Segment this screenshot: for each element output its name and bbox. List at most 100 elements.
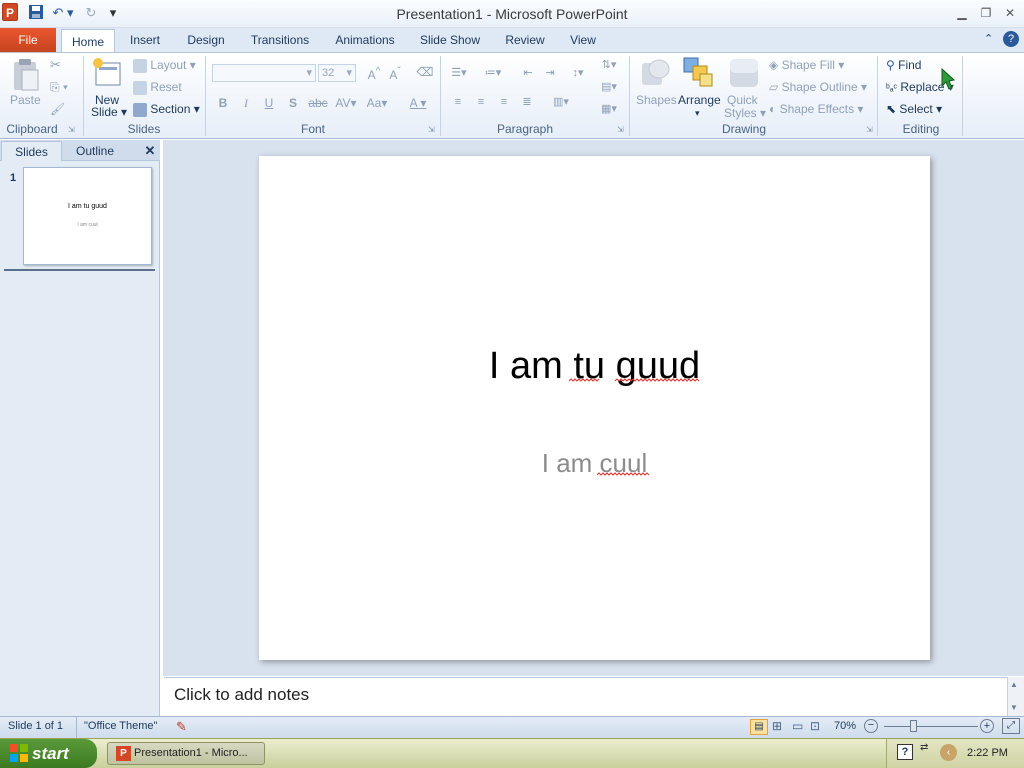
tab-review[interactable]: Review <box>498 28 552 52</box>
slide-subtitle[interactable]: I am cuul <box>259 446 930 480</box>
minimize-ribbon-icon[interactable]: ⌃ <box>984 32 993 45</box>
customize-qat-icon[interactable]: ▾ <box>104 4 122 22</box>
zoom-out-icon[interactable]: − <box>864 719 878 733</box>
close-icon[interactable]: ✕ <box>999 4 1021 22</box>
tab-outline[interactable]: Outline <box>64 141 126 161</box>
tab-design[interactable]: Design <box>180 28 232 52</box>
tab-view[interactable]: View <box>564 28 602 52</box>
minimize-icon[interactable]: ▁ <box>951 4 973 22</box>
bold-icon[interactable]: B <box>214 95 232 111</box>
shape-outline-button[interactable]: ▱ Shape Outline ▾ <box>769 80 867 94</box>
slide-sorter-view-icon[interactable]: ⊞ <box>772 719 782 733</box>
arrange-button[interactable]: Arrange <box>678 93 721 107</box>
network-tray-icon[interactable]: ⇄ <box>920 742 928 753</box>
character-spacing-icon[interactable]: AV▾ <box>333 95 359 111</box>
copy-icon[interactable]: ⎘ ▾ <box>50 80 68 94</box>
text-direction-icon[interactable]: ⇅▾ <box>597 58 621 72</box>
clear-formatting-icon[interactable]: ⌫ <box>414 64 436 80</box>
tab-transitions[interactable]: Transitions <box>244 28 316 52</box>
paragraph-launcher-icon[interactable]: ⇲ <box>617 125 624 134</box>
powerpoint-app-icon[interactable]: P <box>2 3 18 21</box>
convert-to-smartart-icon[interactable]: ▦▾ <box>597 102 621 116</box>
quick-styles-button[interactable]: Styles ▾ <box>724 106 766 120</box>
shape-fill-button[interactable]: ◈ Shape Fill ▾ <box>769 58 844 72</box>
shapes-button[interactable]: Shapes <box>636 93 677 107</box>
align-text-icon[interactable]: ▤▾ <box>597 80 621 94</box>
font-launcher-icon[interactable]: ⇲ <box>428 125 435 134</box>
zoom-slider-thumb[interactable] <box>910 720 917 732</box>
slide-title[interactable]: I am tu guud <box>259 340 930 392</box>
format-painter-icon[interactable]: 🖌 <box>50 102 65 116</box>
slide-show-view-icon[interactable]: ⊡ <box>810 719 820 733</box>
clipboard-launcher-icon[interactable]: ⇲ <box>68 125 75 134</box>
line-spacing-icon[interactable]: ↕▾ <box>567 66 589 80</box>
tab-home[interactable]: Home <box>61 29 115 53</box>
align-left-icon[interactable]: ≡ <box>449 95 467 109</box>
notes-pane[interactable]: Click to add notes <box>164 677 1007 716</box>
font-size-combo[interactable]: 32 ▾ <box>318 64 356 82</box>
grow-font-icon[interactable]: A^ <box>362 64 386 82</box>
decrease-indent-icon[interactable]: ⇤ <box>519 66 537 80</box>
new-slide-button[interactable]: Slide ▾ <box>91 105 127 119</box>
tab-animations[interactable]: Animations <box>328 28 402 52</box>
fit-to-window-icon[interactable]: ⤢ <box>1002 718 1020 734</box>
shrink-font-icon[interactable]: Aˇ <box>384 64 406 82</box>
font-name-combo[interactable]: ▾ <box>212 64 316 82</box>
increase-indent-icon[interactable]: ⇥ <box>541 66 559 80</box>
numbering-icon[interactable]: ≔▾ <box>481 66 505 80</box>
text-shadow-icon[interactable]: S <box>284 95 302 111</box>
quick-styles-label[interactable]: Quick <box>727 93 758 107</box>
section-button[interactable]: Section ▾ <box>133 102 200 117</box>
font-color-icon[interactable]: A ▾ <box>404 95 432 111</box>
help-tray-icon[interactable]: ? <box>897 744 913 760</box>
zoom-level[interactable]: 70% <box>834 720 856 732</box>
strikethrough-icon[interactable]: abc <box>307 95 329 111</box>
redo-icon[interactable]: ↻ <box>82 4 100 22</box>
scroll-up-icon[interactable]: ▲ <box>1010 680 1018 689</box>
normal-view-icon[interactable]: ▤ <box>750 719 768 735</box>
zoom-in-icon[interactable]: + <box>980 719 994 733</box>
align-center-icon[interactable]: ≡ <box>472 95 490 109</box>
theme-status[interactable]: "Office Theme" <box>84 720 157 732</box>
cut-icon[interactable]: ✂ <box>50 58 61 72</box>
shapes-icon[interactable] <box>639 57 671 91</box>
italic-icon[interactable]: I <box>237 95 255 111</box>
slide-canvas[interactable] <box>259 156 930 660</box>
slide-thumbnail[interactable] <box>23 167 152 265</box>
spellcheck-status-icon[interactable]: ✎ <box>176 719 187 735</box>
undo-icon[interactable]: ↶ ▾ <box>50 4 76 22</box>
quick-styles-icon[interactable] <box>729 57 759 89</box>
find-button[interactable]: ⚲ Find <box>886 58 921 72</box>
close-panel-icon[interactable]: ✕ <box>140 141 160 161</box>
new-slide-icon[interactable] <box>92 57 122 89</box>
reading-view-icon[interactable]: ▭ <box>792 719 803 733</box>
change-case-icon[interactable]: Aa▾ <box>364 95 390 111</box>
arrange-dropdown-icon[interactable]: ▾ <box>695 106 700 120</box>
bullets-icon[interactable]: ☰▾ <box>449 66 469 80</box>
paste-button[interactable]: Paste <box>10 93 41 107</box>
arrange-icon[interactable] <box>683 57 715 91</box>
columns-icon[interactable]: ▥▾ <box>549 95 573 109</box>
shape-outline-label: Shape Outline <box>781 80 858 94</box>
restore-icon[interactable]: ❐ <box>975 4 997 22</box>
underline-icon[interactable]: U <box>260 95 278 111</box>
save-icon[interactable] <box>27 4 45 22</box>
zoom-slider-track[interactable] <box>884 726 978 727</box>
layout-label: Layout <box>150 58 187 72</box>
layout-button[interactable]: Layout ▾ <box>133 58 196 73</box>
justify-icon[interactable]: ≣ <box>518 95 536 109</box>
paste-icon[interactable] <box>10 58 40 92</box>
help-icon[interactable]: ? <box>1003 31 1019 47</box>
scroll-down-icon[interactable]: ▼ <box>1010 703 1018 712</box>
tab-file[interactable]: File <box>0 28 56 52</box>
select-button[interactable]: ⬉ Select ▾ <box>886 102 942 116</box>
tab-insert[interactable]: Insert <box>122 28 168 52</box>
shape-effects-button[interactable]: ◐ Shape Effects ▾ <box>769 102 863 116</box>
drawing-group-label: Drawing <box>721 122 766 136</box>
reset-button[interactable]: Reset <box>133 80 182 95</box>
align-right-icon[interactable]: ≡ <box>495 95 513 109</box>
show-hidden-icons-icon[interactable]: ‹ <box>940 744 957 761</box>
drawing-launcher-icon[interactable]: ⇲ <box>866 125 873 134</box>
tab-slide-show[interactable]: Slide Show <box>414 28 486 52</box>
tab-slides[interactable]: Slides <box>1 141 62 161</box>
